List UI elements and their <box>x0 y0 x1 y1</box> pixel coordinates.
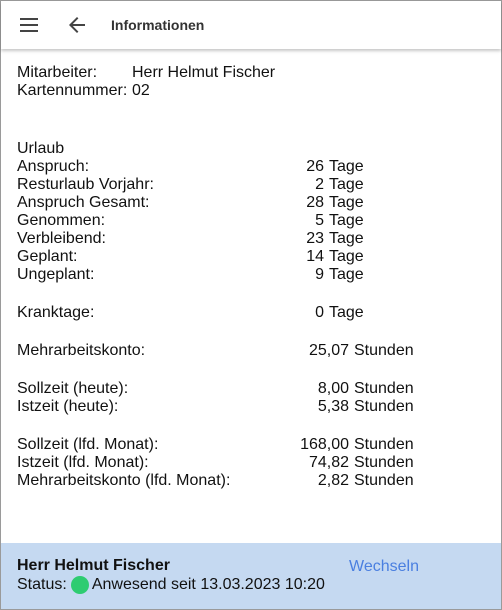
app-window: Informationen Mitarbeiter: Herr Helmut F… <box>0 0 502 610</box>
status-label: Status: <box>17 576 67 593</box>
vacation-row: Anspruch: 26 Tage <box>17 158 364 175</box>
status-text: Anwesend seit 13.03.2023 10:20 <box>91 576 325 593</box>
month-row: Istzeit (lfd. Monat): 74,82 Stunden <box>17 454 414 471</box>
menu-icon[interactable] <box>17 13 41 37</box>
today-row: Sollzeit (heute): 8,00 Stunden <box>17 380 414 397</box>
today-row: Istzeit (heute): 5,38 Stunden <box>17 398 414 415</box>
overtime-row: Mehrarbeitskonto: 25,07 Stunden <box>17 342 414 359</box>
vacation-row: Resturlaub Vorjahr: 2 Tage <box>17 176 364 193</box>
card-number-value: 02 <box>132 82 150 99</box>
switch-user-button[interactable]: Wechseln <box>349 558 419 576</box>
month-row: Sollzeit (lfd. Monat): 168,00 Stunden <box>17 436 414 453</box>
top-app-bar: Informationen <box>1 1 501 49</box>
user-status-footer: Herr Helmut Fischer Status: Anwesend sei… <box>1 543 501 609</box>
employee-value: Herr Helmut Fischer <box>132 64 276 81</box>
vacation-heading: Urlaub <box>17 140 65 157</box>
vacation-row: Ungeplant: 9 Tage <box>17 266 364 283</box>
sick-days-row: Krank­tage: 0 Tage <box>17 304 364 321</box>
footer-user-name: Herr Helmut Fischer <box>17 557 170 574</box>
vacation-row: Anspruch Gesamt: 28 Tage <box>17 194 364 211</box>
month-row: Mehrarbeitskonto (lfd. Monat): 2,82 Stun… <box>17 472 414 489</box>
arrow-left-icon[interactable] <box>65 13 89 37</box>
page-title: Informationen <box>111 17 205 33</box>
info-content: Mitarbeiter: Herr Helmut Fischer Kartenn… <box>17 64 487 490</box>
vacation-row: Geplant: 14 Tage <box>17 248 364 265</box>
card-number-label: Kartennummer: <box>17 82 128 99</box>
today-list: Sollzeit (heute): 8,00 Stunden Istzeit (… <box>17 380 487 416</box>
employee-row: Mitarbeiter: Herr Helmut Fischer <box>17 64 487 82</box>
card-number-row: Kartennummer: 02 <box>17 82 487 100</box>
status-indicator-icon <box>70 576 89 594</box>
vacation-list: Anspruch: 26 Tage Resturlaub Vorjahr: 2 … <box>17 158 487 284</box>
vacation-row: Verbleibend: 23 Tage <box>17 230 364 247</box>
employee-label: Mitarbeiter: <box>17 64 98 81</box>
footer-status: Status: Anwesend seit 13.03.2023 10:20 <box>17 576 325 594</box>
month-list: Sollzeit (lfd. Monat): 168,00 Stunden Is… <box>17 436 487 490</box>
vacation-row: Genommen: 5 Tage <box>17 212 364 229</box>
